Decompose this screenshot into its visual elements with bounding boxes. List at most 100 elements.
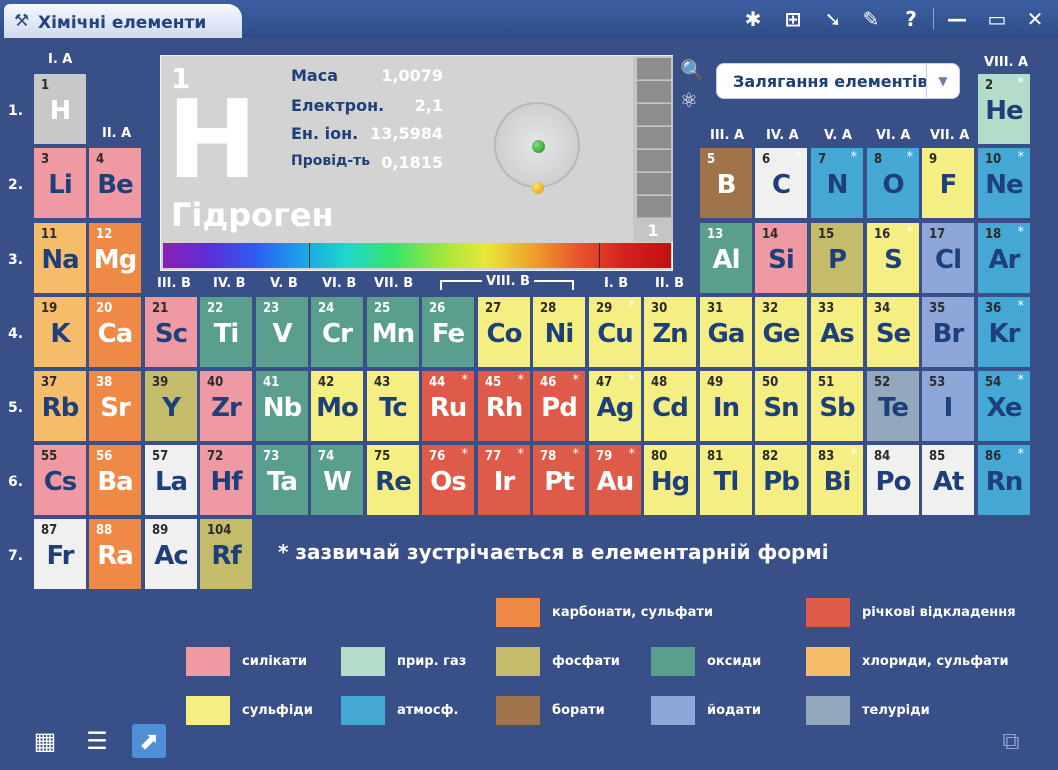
element-cell-ag[interactable]: 47 Ag * (588, 370, 642, 442)
element-cell-sb[interactable]: 51 Sb (810, 370, 864, 442)
element-cell-ru[interactable]: 44 Ru * (421, 370, 475, 442)
element-cell-s[interactable]: 16 S * (866, 222, 920, 294)
element-cell-he[interactable]: 2 He * (977, 73, 1031, 145)
element-cell-se[interactable]: 34 Se (866, 296, 920, 368)
element-cell-kr[interactable]: 36 Kr * (977, 296, 1031, 368)
element-cell-in[interactable]: 49 In (699, 370, 753, 442)
element-cell-mo[interactable]: 42 Mo (310, 370, 364, 442)
element-cell-h[interactable]: 1H (33, 73, 87, 145)
element-cell-at[interactable]: 85 At (921, 444, 975, 516)
element-symbol: Mn (371, 319, 415, 349)
element-cell-v[interactable]: 23 V (255, 296, 309, 368)
element-cell-as[interactable]: 33 As (810, 296, 864, 368)
element-cell-bi[interactable]: 83 Bi * (810, 444, 864, 516)
element-cell-sn[interactable]: 50 Sn (754, 370, 808, 442)
element-cell-ta[interactable]: 73 Ta (255, 444, 309, 516)
element-cell-i[interactable]: 53 I (921, 370, 975, 442)
element-cell-li[interactable]: 3 Li (33, 147, 87, 219)
zoom-in-icon[interactable]: 🔍 (680, 58, 705, 82)
element-cell-w[interactable]: 74 W (310, 444, 364, 516)
molecules-icon[interactable]: ✱ (740, 6, 766, 32)
element-cell-zn[interactable]: 30 Zn (643, 296, 697, 368)
element-cell-ca[interactable]: 20 Ca (88, 296, 142, 368)
grid-view-icon[interactable]: ▦ (28, 724, 62, 758)
element-cell-hg[interactable]: 80 Hg (643, 444, 697, 516)
elemental-form-marker: * (906, 225, 914, 240)
element-cell-po[interactable]: 84 Po (866, 444, 920, 516)
element-cell-si[interactable]: 14 Si (754, 222, 808, 294)
element-cell-cu[interactable]: 29 Cu * (588, 296, 642, 368)
occurrence-dropdown[interactable]: Залягання елементів ▼ (716, 63, 960, 99)
element-cell-ac[interactable]: 89 Ac (144, 518, 198, 590)
element-cell-ir[interactable]: 77 Ir * (477, 444, 531, 516)
element-cell-n[interactable]: 7 N * (810, 147, 864, 219)
element-cell-ti[interactable]: 22 Ti (199, 296, 253, 368)
list-view-icon[interactable]: ☰ (80, 724, 114, 758)
element-cell-cd[interactable]: 48 Cd (643, 370, 697, 442)
element-cell-br[interactable]: 35 Br (921, 296, 975, 368)
element-cell-sc[interactable]: 21 Sc (144, 296, 198, 368)
minimize-icon[interactable]: — (944, 6, 970, 32)
element-cell-ba[interactable]: 56 Ba (88, 444, 142, 516)
element-cell-pd[interactable]: 46 Pd * (532, 370, 586, 442)
element-cell-hf[interactable]: 72 Hf (199, 444, 253, 516)
chevron-down-icon[interactable]: ▼ (926, 64, 959, 98)
element-cell-ni[interactable]: 28 Ni (532, 296, 586, 368)
element-cell-al[interactable]: 13 Al (699, 222, 753, 294)
element-symbol: Se (875, 319, 911, 349)
group-label-VIIIA: VIII. A (984, 55, 1029, 70)
pencil-icon[interactable]: ✎ (858, 6, 884, 32)
element-cell-f[interactable]: 9F (921, 147, 975, 219)
element-cell-pb[interactable]: 82 Pb (754, 444, 808, 516)
element-cell-pt[interactable]: 78 Pt * (532, 444, 586, 516)
element-cell-mg[interactable]: 12 Mg (88, 222, 142, 294)
calculator-icon[interactable]: ⊞ (780, 6, 806, 32)
element-cell-xe[interactable]: 54 Xe * (977, 370, 1031, 442)
element-cell-tc[interactable]: 43 Tc (366, 370, 420, 442)
prop-label-ionization: Ен. іон. (291, 124, 359, 143)
element-cell-re[interactable]: 75 Re (366, 444, 420, 516)
element-cell-rn[interactable]: 86 Rn * (977, 444, 1031, 516)
element-cell-zr[interactable]: 40 Zr (199, 370, 253, 442)
element-cell-y[interactable]: 39 Y (144, 370, 198, 442)
element-cell-rb[interactable]: 37 Rb (33, 370, 87, 442)
close-icon[interactable]: ✕ (1022, 6, 1048, 32)
element-cell-cl[interactable]: 17 Cl (921, 222, 975, 294)
element-cell-os[interactable]: 76 Os * (421, 444, 475, 516)
element-cell-co[interactable]: 27 Co (477, 296, 531, 368)
element-cell-ar[interactable]: 18 Ar * (977, 222, 1031, 294)
export-icon[interactable]: ⧉ (994, 724, 1028, 758)
element-cell-ge[interactable]: 32 Ge (754, 296, 808, 368)
chart-view-icon[interactable]: ⬈ (132, 724, 166, 758)
maximize-icon[interactable]: ▭ (984, 6, 1010, 32)
element-cell-k[interactable]: 19 K (33, 296, 87, 368)
pointer-icon[interactable]: ➘ (820, 6, 846, 32)
element-cell-na[interactable]: 11 Na (33, 222, 87, 294)
atomic-number: 26 (429, 301, 446, 316)
element-cell-be[interactable]: 4 Be (88, 147, 142, 219)
element-cell-c[interactable]: 6 C * (754, 147, 808, 219)
element-cell-au[interactable]: 79 Au * (588, 444, 642, 516)
element-cell-ra[interactable]: 88 Ra (88, 518, 142, 590)
element-cell-sr[interactable]: 38 Sr (88, 370, 142, 442)
element-cell-rh[interactable]: 45 Rh * (477, 370, 531, 442)
element-cell-o[interactable]: 8 O * (866, 147, 920, 219)
element-cell-rf[interactable]: 104 Rf (199, 518, 253, 590)
element-cell-b[interactable]: 5B (699, 147, 753, 219)
element-cell-ga[interactable]: 31 Ga (699, 296, 753, 368)
help-icon[interactable]: ? (898, 6, 924, 32)
element-cell-cr[interactable]: 24 Cr (310, 296, 364, 368)
element-symbol: Os (430, 467, 467, 497)
element-cell-fe[interactable]: 26 Fe (421, 296, 475, 368)
atom-icon[interactable]: ⚛ (680, 88, 698, 112)
element-cell-ne[interactable]: 10 Ne * (977, 147, 1031, 219)
element-cell-fr[interactable]: 87 Fr (33, 518, 87, 590)
elemental-form-marker: * (461, 447, 469, 462)
element-cell-mn[interactable]: 25 Mn (366, 296, 420, 368)
element-cell-la[interactable]: 57 La (144, 444, 198, 516)
element-cell-tl[interactable]: 81 Tl (699, 444, 753, 516)
element-cell-te[interactable]: 52 Te (866, 370, 920, 442)
element-cell-p[interactable]: 15 P (810, 222, 864, 294)
element-cell-nb[interactable]: 41 Nb (255, 370, 309, 442)
element-cell-cs[interactable]: 55 Cs (33, 444, 87, 516)
